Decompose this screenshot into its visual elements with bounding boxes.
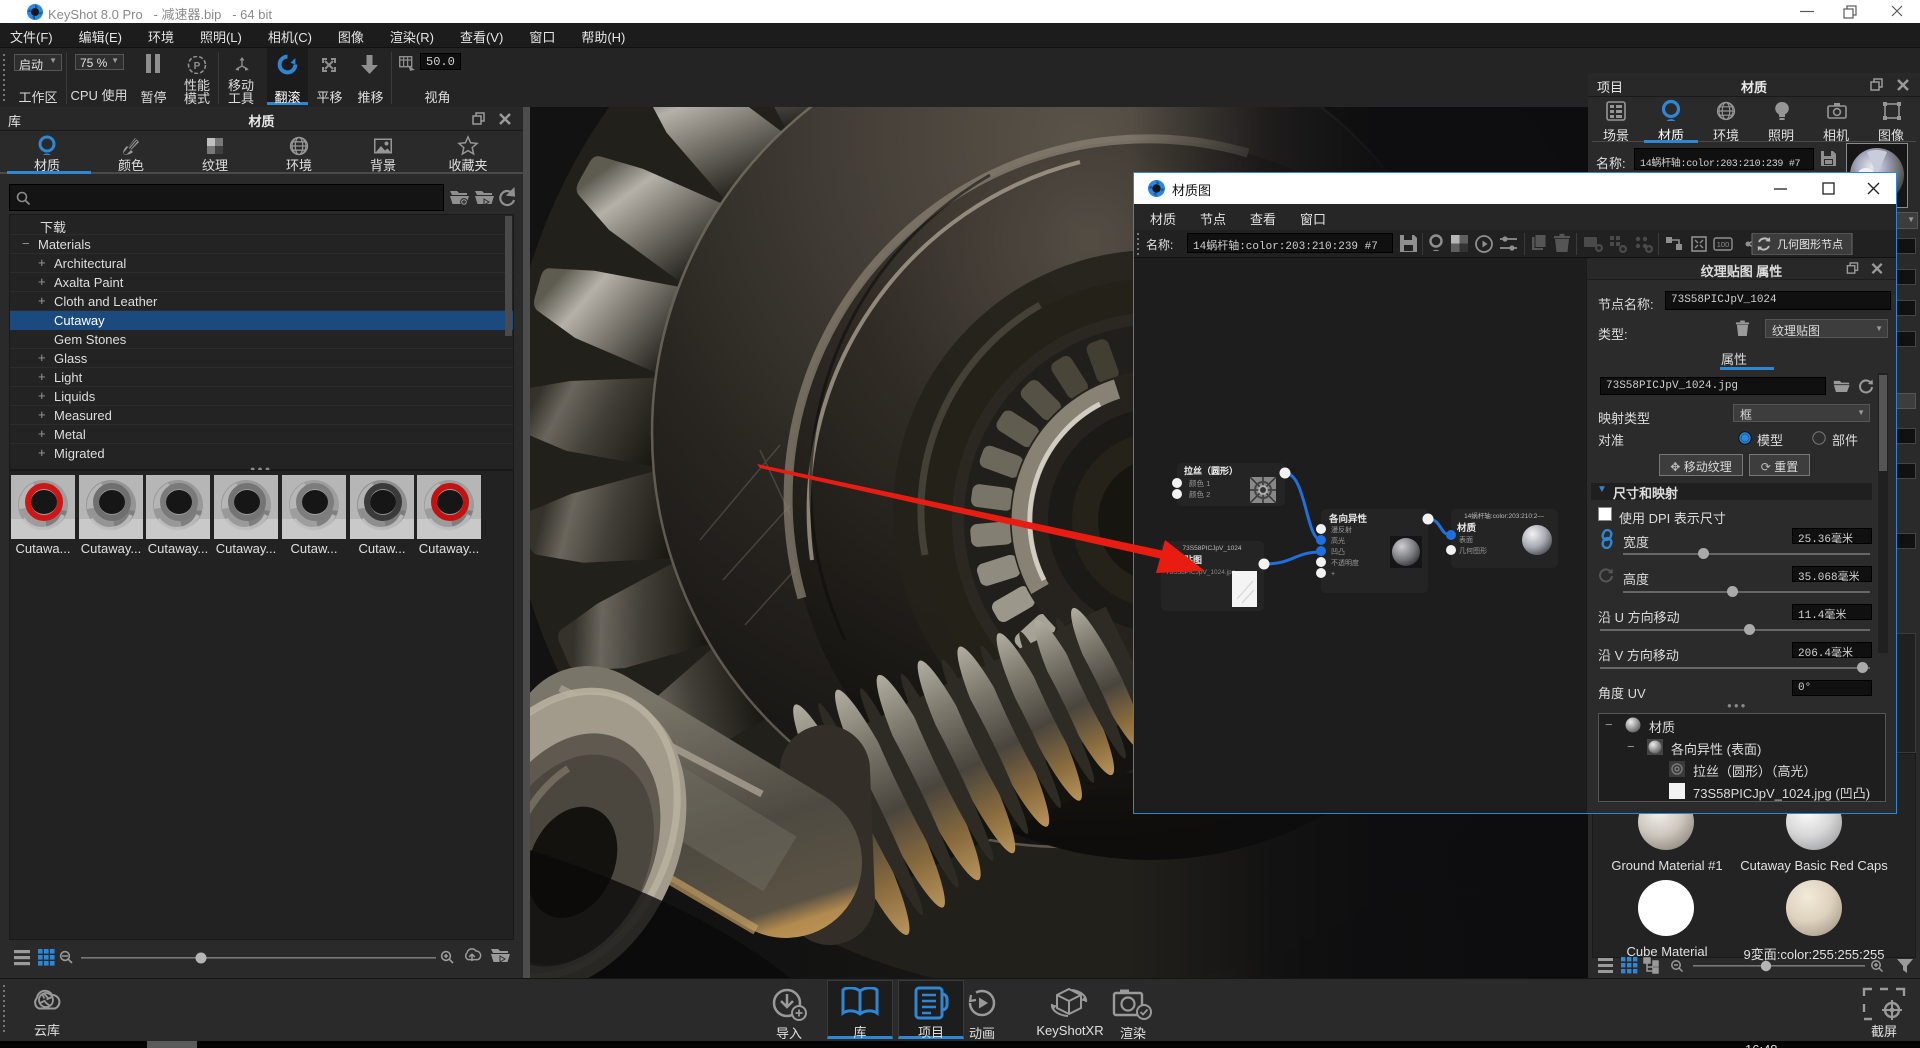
svg-text:材质: 材质 bbox=[1456, 522, 1477, 534]
svg-text:凹凸: 凹凸 bbox=[1331, 548, 1345, 556]
svg-text:不透明度: 不透明度 bbox=[1331, 558, 1359, 567]
svg-text:P: P bbox=[194, 61, 201, 72]
svg-text:14蜗杆轴:color:203:210:2—: 14蜗杆轴:color:203:210:2— bbox=[1464, 511, 1544, 520]
svg-text:100: 100 bbox=[1717, 240, 1730, 249]
svg-text:高光: 高光 bbox=[1331, 536, 1345, 545]
svg-text:表面: 表面 bbox=[1459, 535, 1473, 544]
svg-text:几何图形: 几何图形 bbox=[1459, 546, 1487, 555]
svg-text:漫反射: 漫反射 bbox=[1331, 525, 1352, 534]
svg-text:各向异性: 各向异性 bbox=[1328, 513, 1368, 525]
svg-text:+: + bbox=[1331, 571, 1335, 578]
svg-text:几何图形节点: 几何图形节点 bbox=[1777, 238, 1843, 251]
